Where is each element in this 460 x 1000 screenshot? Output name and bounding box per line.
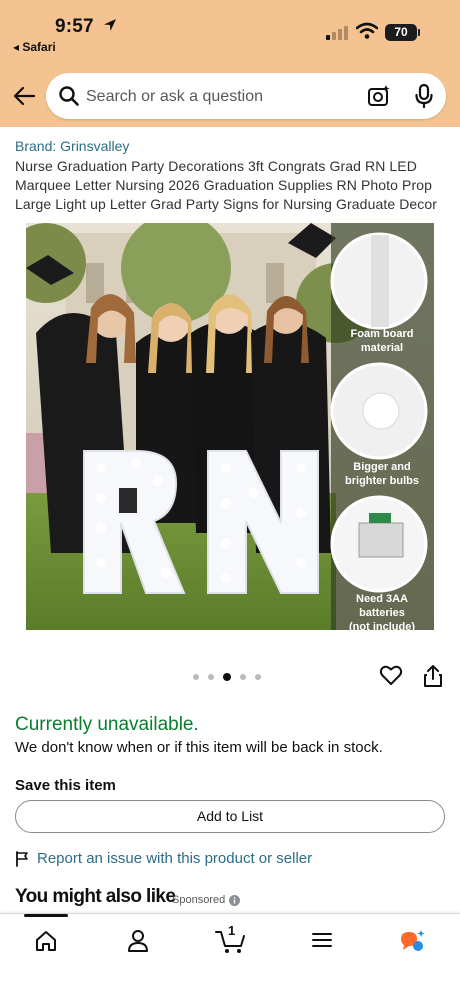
callout-bulbs: Bigger and brighter bulbs <box>332 460 432 488</box>
carousel-dot[interactable] <box>255 674 261 680</box>
status-bar: 9:57 ◂ Safari 70 <box>0 0 460 56</box>
home-icon[interactable] <box>35 930 57 952</box>
callout-foam-line2: material <box>360 342 404 354</box>
search-icon <box>59 86 79 106</box>
callout-foam-line1: Foam board <box>350 328 414 340</box>
brand-link[interactable]: Brand: Grinsvalley <box>15 138 129 154</box>
carousel-dot-active[interactable] <box>223 673 231 681</box>
product-title: Nurse Graduation Party Decorations 3ft C… <box>15 158 438 212</box>
info-icon[interactable] <box>229 895 240 906</box>
availability-status: Currently unavailable. <box>15 714 199 735</box>
location-arrow-icon <box>104 19 116 31</box>
cellular-signal-icon <box>326 26 348 40</box>
cart-count: 1 <box>228 923 236 938</box>
active-tab-indicator <box>24 914 68 917</box>
callout-batteries-line2: (not include) <box>349 621 415 630</box>
callout-bulbs-line1: Bigger and <box>353 461 411 473</box>
camera-search-icon[interactable] <box>367 84 391 108</box>
account-icon[interactable] <box>127 929 149 953</box>
carousel-dot[interactable] <box>193 674 199 680</box>
battery-nub <box>418 29 420 36</box>
search-bar[interactable]: Search or ask a question <box>46 73 446 119</box>
back-arrow-icon[interactable] <box>12 85 36 107</box>
menu-icon[interactable] <box>312 932 332 948</box>
cart-button[interactable]: 1 <box>215 923 247 956</box>
share-icon[interactable] <box>423 664 443 688</box>
save-item-heading: Save this item <box>15 777 116 794</box>
battery-indicator: 70 <box>385 24 417 41</box>
callout-batteries: Need 3AA batteries (not include) <box>332 592 432 630</box>
recommendations-heading: You might also like <box>15 886 176 907</box>
image-carousel-dots[interactable] <box>193 673 261 681</box>
bottom-navigation: 1 <box>0 913 460 1000</box>
rufus-icon[interactable] <box>398 929 426 955</box>
microphone-icon[interactable] <box>414 83 434 109</box>
callout-foam: Foam board material <box>332 327 432 355</box>
callout-bulbs-line2: brighter bulbs <box>345 475 419 487</box>
flag-icon <box>16 850 28 867</box>
add-to-list-button[interactable]: Add to List <box>15 800 445 833</box>
wifi-icon <box>356 22 378 39</box>
report-issue-link[interactable]: Report an issue with this product or sel… <box>15 850 312 867</box>
callout-batteries-line1: Need 3AA batteries <box>356 593 408 619</box>
sponsored-label: Sponsored <box>172 894 226 906</box>
carousel-dot[interactable] <box>240 674 246 680</box>
status-time: 9:57 <box>55 16 94 37</box>
search-input[interactable]: Search or ask a question <box>86 88 263 106</box>
carousel-dot[interactable] <box>208 674 214 680</box>
report-issue-text[interactable]: Report an issue with this product or sel… <box>37 850 312 867</box>
product-image[interactable]: Foam board material Bigger and brighter … <box>26 223 434 630</box>
back-to-safari[interactable]: ◂ Safari <box>13 40 56 54</box>
heart-icon[interactable] <box>379 664 403 686</box>
availability-message: We don't know when or if this item will … <box>15 739 383 756</box>
